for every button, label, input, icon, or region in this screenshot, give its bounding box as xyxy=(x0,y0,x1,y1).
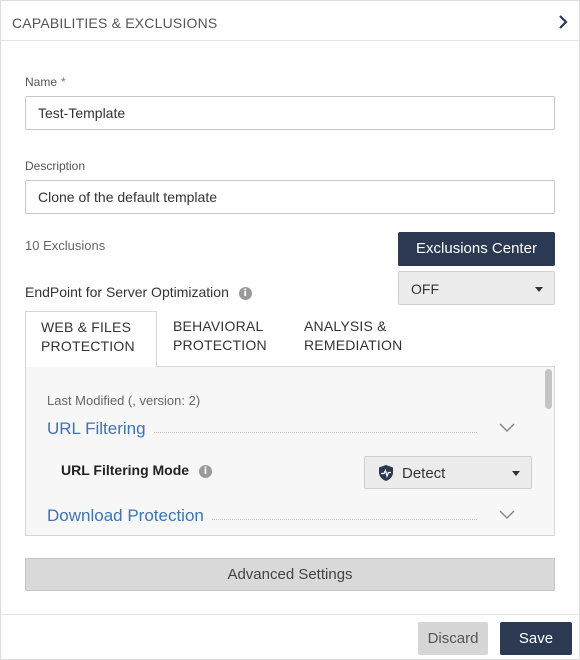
url-filtering-mode-value: Detect xyxy=(402,465,446,482)
panel-header[interactable]: CAPABILITIES & EXCLUSIONS xyxy=(1,1,579,41)
save-button[interactable]: Save xyxy=(500,622,572,655)
url-filtering-section-header[interactable]: URL Filtering xyxy=(47,419,517,441)
exclusions-count: 10 Exclusions xyxy=(25,238,106,253)
capabilities-panel: CAPABILITIES & EXCLUSIONS Name* Descript… xyxy=(0,0,580,660)
dropdown-caret-icon xyxy=(535,287,543,292)
server-optimization-label: EndPoint for Server Optimization i xyxy=(25,284,252,300)
scrollbar-thumb[interactable] xyxy=(545,369,552,409)
url-filtering-mode-label: URL Filtering Mode i xyxy=(61,462,212,478)
name-field[interactable] xyxy=(25,96,555,130)
protection-tabs: WEB & FILES PROTECTION BEHAVIORAL PROTEC… xyxy=(25,311,555,367)
info-icon[interactable]: i xyxy=(238,286,252,300)
chevron-down-icon xyxy=(499,423,515,433)
exclusions-center-button[interactable]: Exclusions Center xyxy=(398,232,555,266)
tab-label-line1: BEHAVIORAL xyxy=(173,318,264,334)
server-optimization-value: OFF xyxy=(411,281,439,297)
server-optimization-select[interactable]: OFF xyxy=(398,271,555,305)
tab-label-line1: WEB & FILES xyxy=(41,319,132,335)
tab-label-line2: PROTECTION xyxy=(41,338,135,354)
name-label: Name * xyxy=(25,75,66,89)
panel-title: CAPABILITIES & EXCLUSIONS xyxy=(12,15,218,31)
footer-divider xyxy=(1,614,579,615)
tab-content-panel: Last Modified (, version: 2) URL Filteri… xyxy=(25,366,555,536)
advanced-settings-button[interactable]: Advanced Settings xyxy=(25,558,555,591)
tab-behavioral-protection[interactable]: BEHAVIORAL PROTECTION xyxy=(157,311,287,367)
discard-button[interactable]: Discard xyxy=(418,622,488,655)
chevron-right-icon[interactable] xyxy=(555,13,571,31)
url-filtering-mode-select[interactable]: Detect xyxy=(364,456,532,489)
tab-label-line1: ANALYSIS & xyxy=(304,318,387,334)
url-filtering-title: URL Filtering xyxy=(47,419,154,439)
shield-pulse-icon xyxy=(379,465,393,481)
tab-analysis-remediation[interactable]: ANALYSIS & REMEDIATION xyxy=(287,311,447,367)
download-protection-title: Download Protection xyxy=(47,506,212,526)
last-modified-text: Last Modified (, version: 2) xyxy=(47,393,201,408)
chevron-down-icon xyxy=(499,510,515,520)
required-asterisk: * xyxy=(61,75,66,89)
download-protection-section-header[interactable]: Download Protection xyxy=(47,506,517,528)
tab-label-line2: PROTECTION xyxy=(173,337,267,353)
tab-web-files-protection[interactable]: WEB & FILES PROTECTION xyxy=(25,311,157,367)
tab-label-line2: REMEDIATION xyxy=(304,337,403,353)
description-label: Description xyxy=(25,159,86,173)
dropdown-caret-icon xyxy=(512,471,520,476)
info-icon[interactable]: i xyxy=(198,464,212,478)
description-field[interactable] xyxy=(25,180,555,214)
